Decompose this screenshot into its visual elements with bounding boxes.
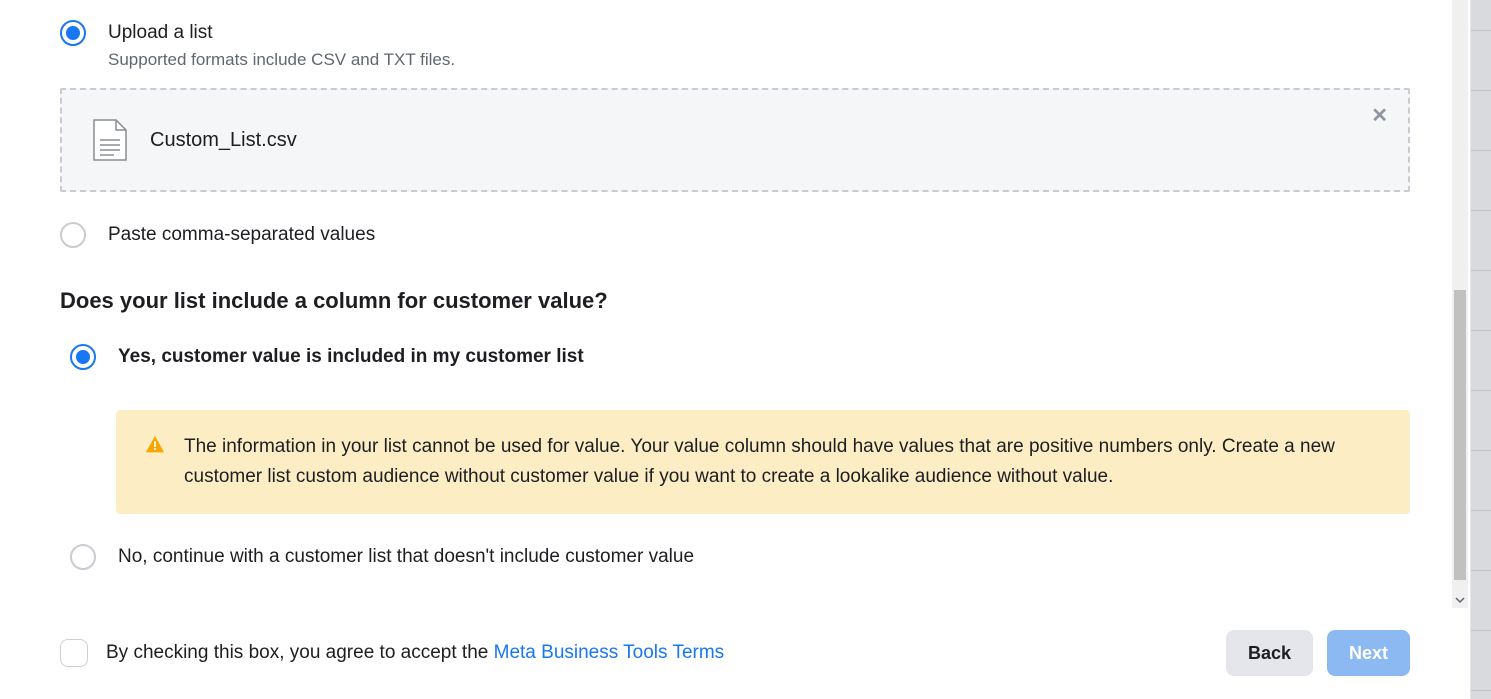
paste-values-label: Paste comma-separated values [108, 222, 375, 248]
radio-cv-yes[interactable] [70, 344, 96, 370]
uploaded-file-name: Custom_List.csv [150, 129, 297, 152]
scrollbar-thumb[interactable] [1454, 290, 1466, 580]
radio-cv-no[interactable] [70, 544, 96, 570]
radio-dot [66, 26, 80, 40]
warning-text: The information in your list cannot be u… [184, 432, 1382, 492]
radio-paste-values[interactable] [60, 222, 86, 248]
remove-file-button[interactable]: ✕ [1371, 106, 1388, 126]
footer-bar: By checking this box, you agree to accep… [60, 608, 1410, 698]
customer-value-heading: Does your list include a column for cust… [60, 288, 1410, 314]
background-strip [1471, 0, 1491, 699]
scrollbar-down-arrow[interactable] [1452, 592, 1468, 608]
customer-value-no-label: No, continue with a customer list that d… [118, 544, 694, 570]
terms-checkbox[interactable] [60, 639, 88, 667]
warning-icon [144, 434, 166, 456]
upload-list-option[interactable]: Upload a list Supported formats include … [60, 20, 1410, 70]
radio-upload-list[interactable] [60, 20, 86, 46]
customer-value-yes-label: Yes, customer value is included in my cu… [118, 344, 584, 370]
upload-list-sublabel: Supported formats include CSV and TXT fi… [108, 50, 455, 70]
file-icon [92, 118, 128, 162]
file-dropzone[interactable]: Custom_List.csv ✕ [60, 88, 1410, 192]
scrollbar-track[interactable] [1452, 0, 1468, 608]
terms-prefix: By checking this box, you agree to accep… [106, 642, 494, 663]
terms-text: By checking this box, you agree to accep… [106, 642, 724, 664]
back-button[interactable]: Back [1226, 630, 1313, 676]
customer-value-no-option[interactable]: No, continue with a customer list that d… [70, 544, 1410, 570]
next-button[interactable]: Next [1327, 630, 1410, 676]
radio-dot [76, 350, 90, 364]
paste-values-option[interactable]: Paste comma-separated values [60, 222, 1410, 248]
terms-link[interactable]: Meta Business Tools Terms [494, 642, 725, 663]
warning-banner: The information in your list cannot be u… [116, 410, 1410, 514]
customer-value-yes-option[interactable]: Yes, customer value is included in my cu… [70, 344, 1410, 370]
upload-list-label: Upload a list [108, 20, 455, 46]
